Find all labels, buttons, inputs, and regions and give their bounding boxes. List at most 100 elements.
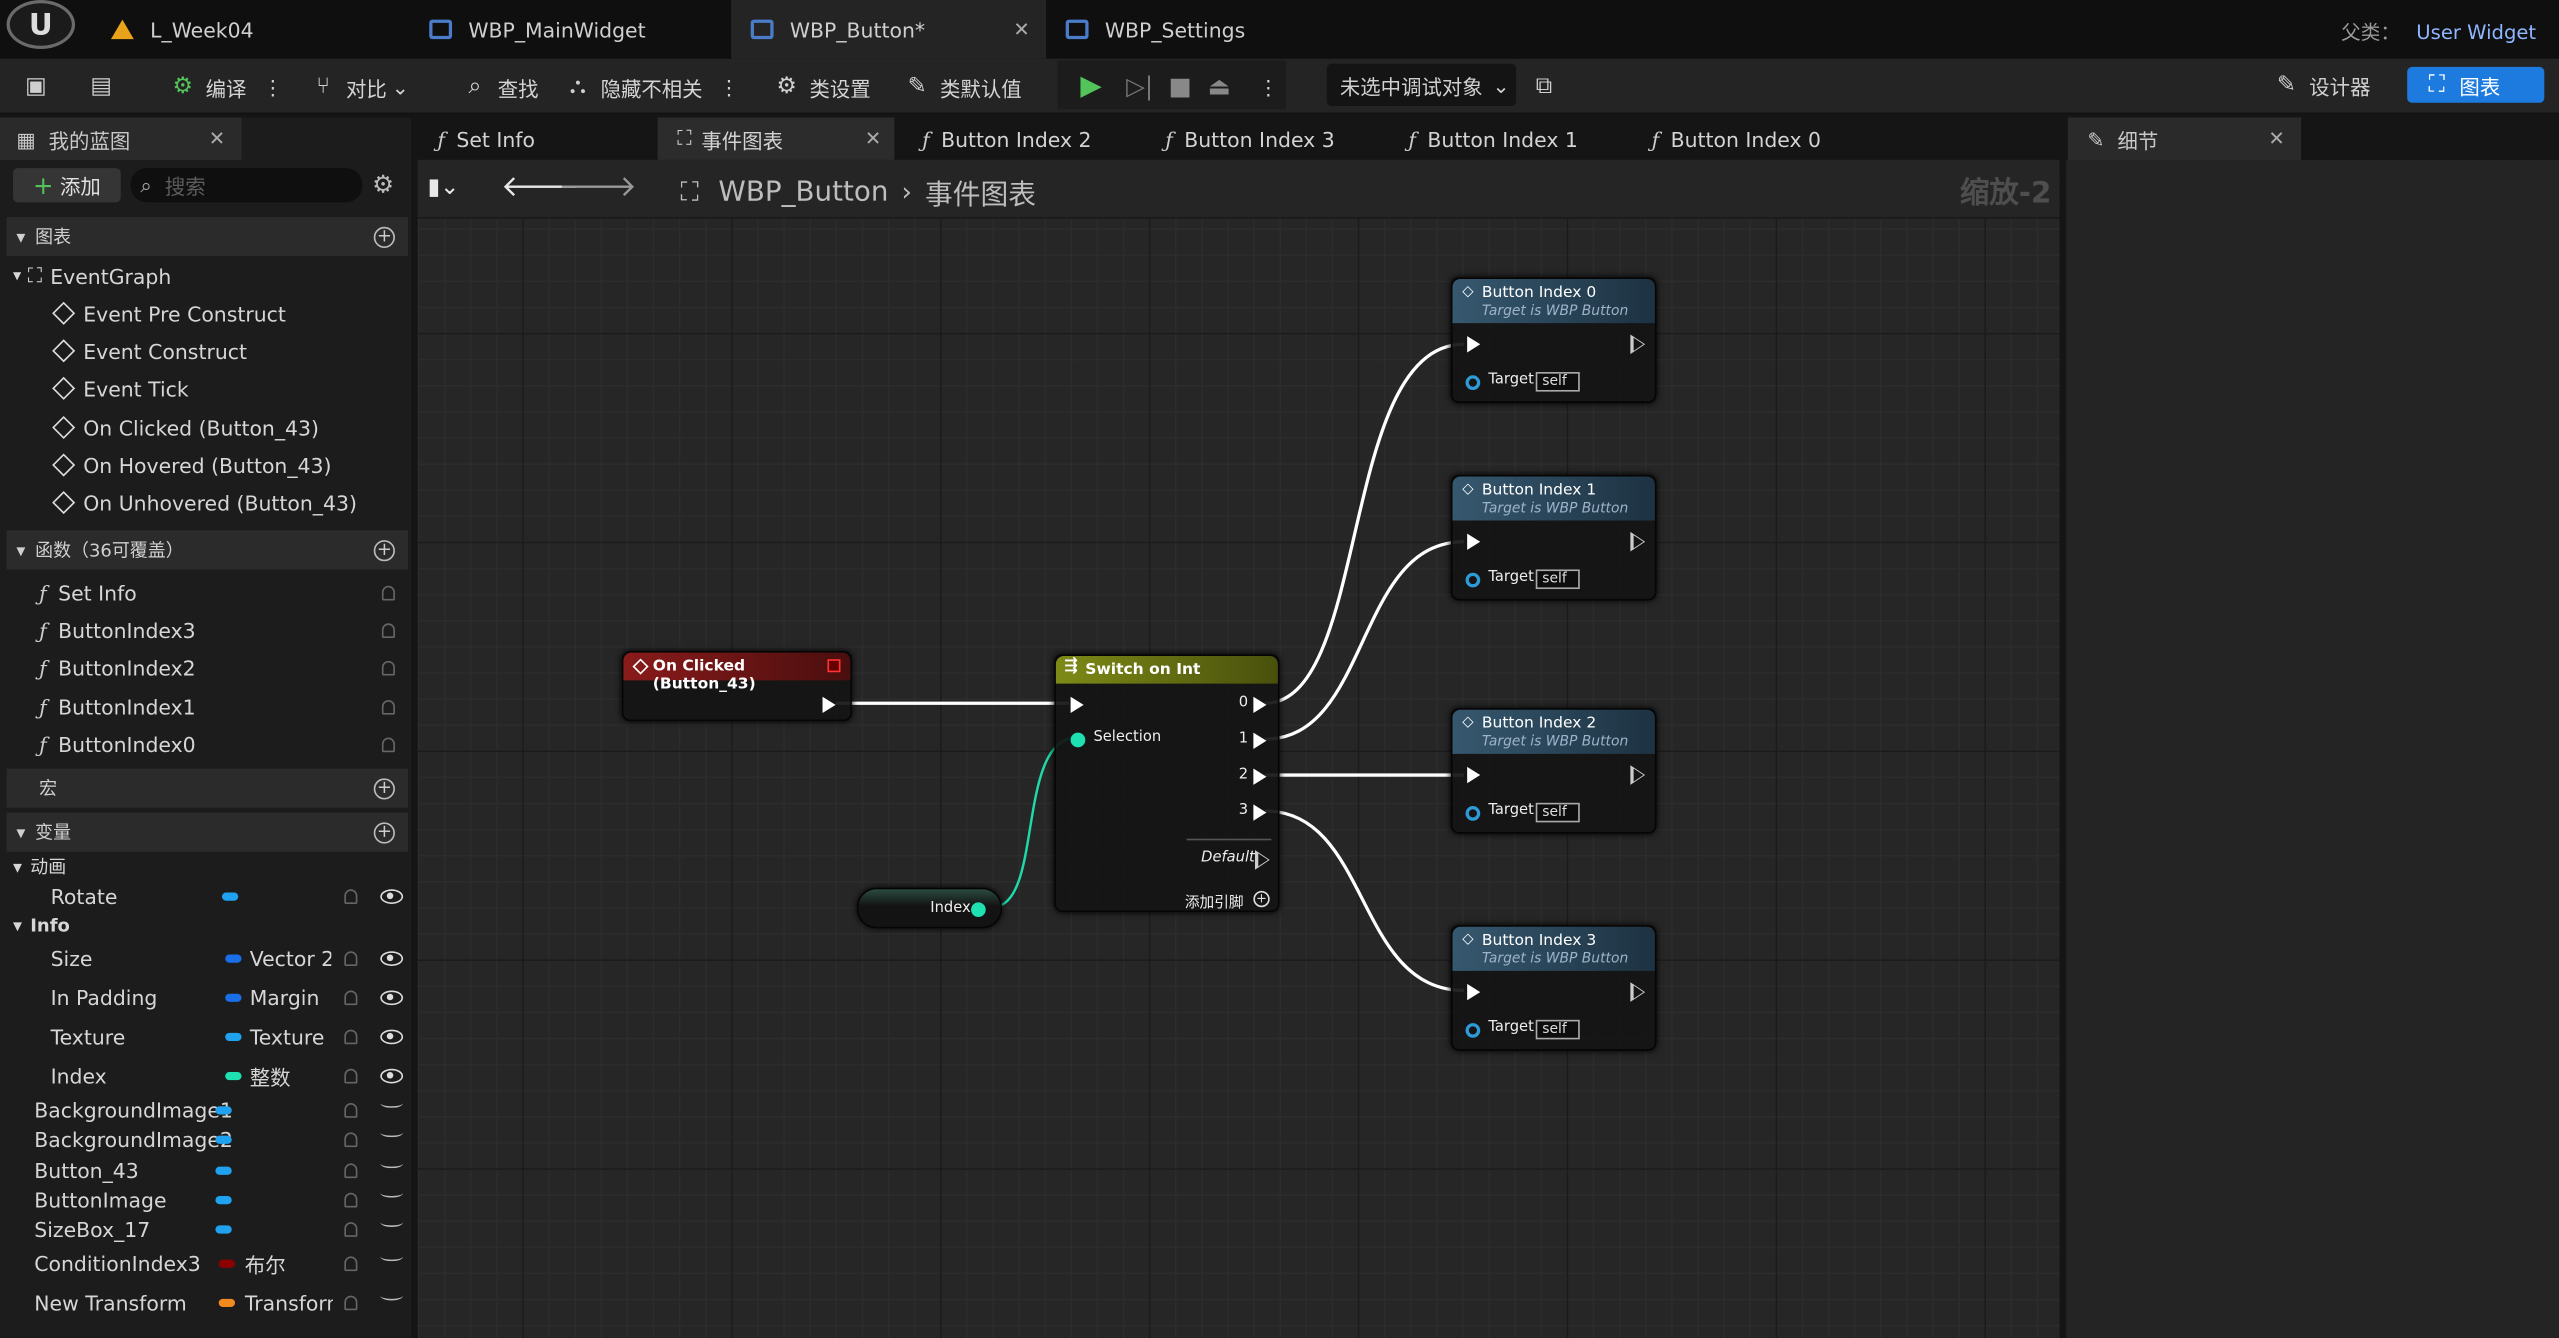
bell-icon[interactable]	[344, 1222, 358, 1237]
target-pin[interactable]	[1465, 375, 1481, 390]
selection-pin[interactable]	[1070, 732, 1086, 748]
index-variable-node[interactable]: Index	[856, 887, 1003, 929]
exec-out-pin[interactable]	[1630, 531, 1646, 552]
target-pin[interactable]	[1465, 572, 1481, 588]
compile-button[interactable]: ⚙ 编译 ⋮	[170, 69, 284, 105]
bell-icon[interactable]	[381, 699, 395, 715]
self-value[interactable]: self	[1535, 802, 1580, 823]
doc-tab-mainwidget[interactable]: WBP_MainWidget	[410, 0, 728, 59]
tab-button-index-0[interactable]: ƒ Button Index 0	[1632, 117, 1869, 159]
tree-item-eventgraph[interactable]: ▾ ⛶ EventGraph	[0, 258, 408, 294]
bell-icon[interactable]	[344, 1068, 358, 1084]
bell-icon[interactable]	[344, 1192, 358, 1208]
more-icon[interactable]: ⋮	[719, 74, 739, 98]
self-value[interactable]: self	[1535, 372, 1580, 392]
bell-icon[interactable]	[344, 1256, 358, 1272]
exec-in-pin[interactable]	[1467, 336, 1481, 353]
tab-button-index-1[interactable]: ƒ Button Index 1	[1389, 117, 1626, 159]
variable-row[interactable]: Index 整数	[0, 1057, 408, 1093]
doc-tab-level[interactable]: L_Week04	[91, 0, 409, 59]
designer-mode-button[interactable]: ✎ 设计器	[2257, 67, 2388, 103]
function-item[interactable]: ƒ ButtonIndex3	[0, 612, 408, 648]
category-animation[interactable]: ▾ 动画	[0, 852, 408, 881]
tab-set-info[interactable]: ƒ Set Info	[418, 117, 655, 159]
close-icon[interactable]: ✕	[209, 127, 225, 150]
functions-section-header[interactable]: ▾ 函数（36可覆盖） +	[6, 530, 408, 570]
eye-icon[interactable]	[380, 1068, 404, 1084]
close-icon[interactable]: ✕	[865, 127, 881, 150]
eye-closed-icon[interactable]	[380, 1098, 404, 1108]
debug-filter-button[interactable]: ⧉	[1531, 69, 1567, 105]
stop-button[interactable]: ■	[1169, 69, 1192, 105]
variable-row[interactable]: Texture Texture 2	[0, 1018, 408, 1054]
variable-row[interactable]: In Padding Margin	[0, 979, 408, 1015]
add-macro-icon[interactable]: +	[373, 778, 395, 799]
exec-out-pin[interactable]	[1630, 334, 1646, 355]
exec-in-pin[interactable]	[1070, 696, 1084, 714]
play-button[interactable]: ▶	[1080, 69, 1101, 105]
my-blueprint-tab[interactable]: ▦ 我的蓝图 ✕	[0, 117, 242, 160]
event-item[interactable]: Event Tick	[0, 370, 408, 406]
call-button-index-3-node[interactable]: ◇ Button Index 3 Target is WBP Button Targ…	[1450, 925, 1657, 1051]
bell-icon[interactable]	[344, 1132, 358, 1148]
forward-arrow-icon[interactable]: 🡒	[558, 170, 637, 204]
variable-row[interactable]: SizeBox_17	[0, 1211, 408, 1247]
function-item[interactable]: ƒ ButtonIndex0	[0, 726, 408, 762]
hide-unrelated-button[interactable]: ⛬ 隐藏不相关 ⋮	[565, 69, 740, 105]
save-button[interactable]: ▣	[23, 69, 59, 105]
eye-icon[interactable]	[380, 990, 404, 1006]
bell-icon[interactable]	[381, 737, 395, 753]
bell-icon[interactable]	[344, 1295, 358, 1311]
event-item[interactable]: On Hovered (Button_43)	[0, 447, 408, 483]
add-graph-icon[interactable]: +	[373, 225, 395, 248]
class-defaults-button[interactable]: ✎ 类默认值	[904, 69, 1022, 105]
default-out-pin[interactable]	[1255, 850, 1270, 870]
bell-icon[interactable]	[344, 951, 358, 966]
bell-icon[interactable]	[344, 1163, 358, 1179]
add-button[interactable]: + 添加	[13, 168, 121, 203]
doc-tab-settings[interactable]: WBP_Settings	[1046, 0, 1364, 59]
macros-section-header[interactable]: 宏 +	[6, 768, 408, 808]
variable-row[interactable]: New Transform Transform	[0, 1284, 408, 1320]
close-icon[interactable]: ✕	[1013, 18, 1029, 41]
bell-icon[interactable]	[344, 1103, 358, 1118]
breadcrumb-current[interactable]: 事件图表	[925, 171, 1036, 212]
target-pin[interactable]	[1465, 806, 1481, 821]
eye-closed-icon[interactable]	[380, 1128, 404, 1138]
case-out-pin[interactable]	[1253, 804, 1267, 821]
exec-out-pin[interactable]	[1630, 982, 1646, 1002]
class-settings-button[interactable]: ⚙ 类设置	[774, 69, 870, 105]
function-item[interactable]: ƒ ButtonIndex1	[0, 689, 408, 725]
add-pin-button[interactable]: 添加引脚	[1185, 891, 1244, 912]
category-info[interactable]: ▾ Info	[0, 910, 408, 939]
browse-button[interactable]: ▤	[88, 69, 124, 105]
eye-icon[interactable]	[380, 889, 404, 904]
case-out-pin[interactable]	[1253, 696, 1267, 714]
unreal-logo[interactable]: U	[6, 0, 76, 49]
gear-icon[interactable]: ⚙	[372, 170, 394, 199]
eye-icon[interactable]	[380, 1029, 404, 1045]
close-icon[interactable]: ✕	[2268, 127, 2284, 150]
event-item[interactable]: On Unhovered (Button_43)	[0, 485, 408, 521]
variable-row[interactable]: Size Vector 2I	[0, 940, 408, 976]
call-button-index-0-node[interactable]: ◇ Button Index 0 Target is WBP Button Targ…	[1450, 277, 1657, 404]
exec-in-pin[interactable]	[1467, 983, 1481, 1001]
parent-class-link[interactable]: User Widget	[2416, 21, 2536, 44]
eye-closed-icon[interactable]	[380, 1159, 404, 1169]
exec-out-pin[interactable]	[1630, 765, 1646, 785]
variable-row[interactable]: Rotate	[0, 878, 408, 914]
event-item[interactable]: Event Construct	[0, 333, 408, 369]
doc-tab-button[interactable]: WBP_Button* ✕	[731, 0, 1047, 59]
details-tab[interactable]: ✎ 细节 ✕	[2067, 117, 2302, 160]
bell-icon[interactable]	[344, 990, 358, 1006]
exec-in-pin[interactable]	[1467, 533, 1481, 550]
bell-icon[interactable]	[344, 889, 358, 904]
breadcrumb-root[interactable]: WBP_Button	[718, 175, 888, 208]
self-value[interactable]: self	[1535, 1019, 1580, 1040]
case-out-pin[interactable]	[1253, 768, 1267, 785]
find-button[interactable]: ⌕ 查找	[462, 69, 539, 105]
variables-section-header[interactable]: ▾ 变量 +	[6, 812, 408, 852]
more-icon[interactable]: ⋮	[263, 74, 283, 98]
function-item[interactable]: ƒ ButtonIndex2	[0, 649, 408, 685]
plus-icon[interactable]: +	[1253, 890, 1270, 908]
